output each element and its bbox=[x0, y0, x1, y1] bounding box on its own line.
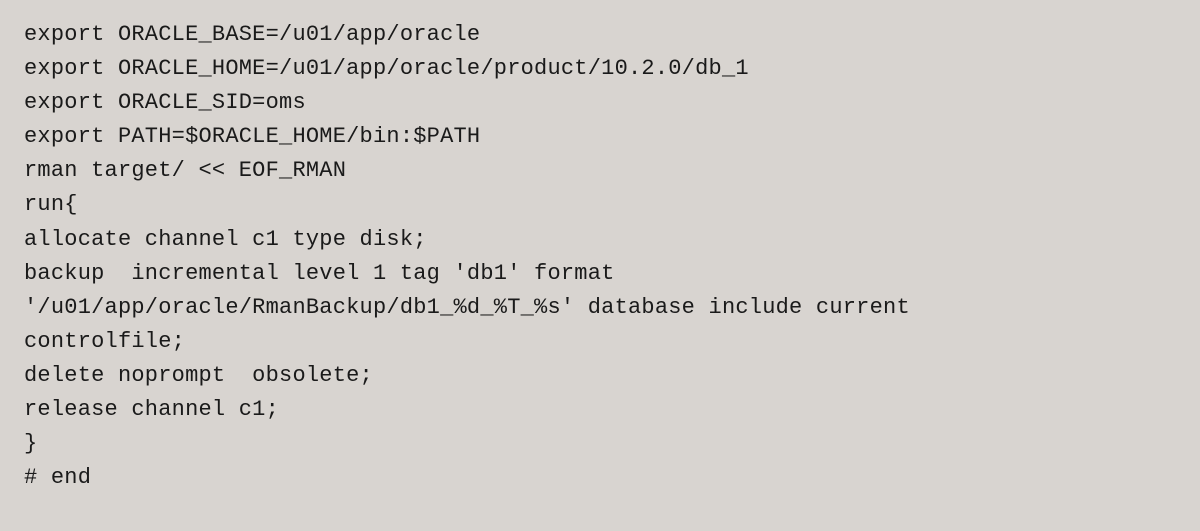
code-line-14: # end bbox=[24, 461, 1176, 495]
code-line-7: allocate channel c1 type disk; bbox=[24, 223, 1176, 257]
code-line-12: release channel c1; bbox=[24, 393, 1176, 427]
code-line-3: export ORACLE_SID=oms bbox=[24, 86, 1176, 120]
code-line-2: export ORACLE_HOME=/u01/app/oracle/produ… bbox=[24, 52, 1176, 86]
code-line-1: export ORACLE_BASE=/u01/app/oracle bbox=[24, 18, 1176, 52]
code-line-4: export PATH=$ORACLE_HOME/bin:$PATH bbox=[24, 120, 1176, 154]
code-line-10: controlfile; bbox=[24, 325, 1176, 359]
code-block: export ORACLE_BASE=/u01/app/oracle expor… bbox=[0, 0, 1200, 531]
code-line-9: '/u01/app/oracle/RmanBackup/db1_%d_%T_%s… bbox=[24, 291, 1176, 325]
code-line-8: backup incremental level 1 tag 'db1' for… bbox=[24, 257, 1176, 291]
code-line-6: run{ bbox=[24, 188, 1176, 222]
code-line-13: } bbox=[24, 427, 1176, 461]
code-line-11: delete noprompt obsolete; bbox=[24, 359, 1176, 393]
code-line-5: rman target/ << EOF_RMAN bbox=[24, 154, 1176, 188]
